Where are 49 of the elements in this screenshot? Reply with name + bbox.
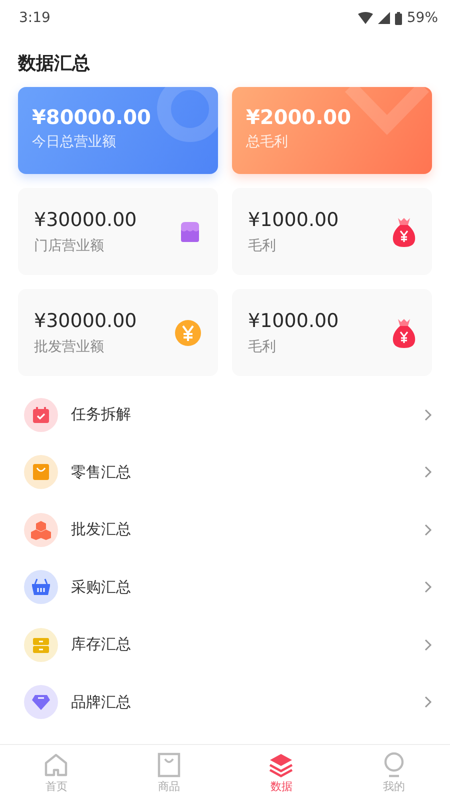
chevron-right-icon	[424, 696, 432, 708]
layers-icon	[268, 752, 294, 778]
amount-label: 门店营业额	[34, 236, 105, 254]
store-icon	[178, 220, 202, 244]
menu-label: 零售汇总	[71, 462, 132, 482]
amount: ¥1000.00	[248, 208, 339, 230]
money-bag-icon	[392, 316, 416, 348]
chevron-right-icon	[424, 408, 432, 421]
home-icon	[43, 752, 70, 778]
amount: ¥30000.00	[34, 310, 137, 332]
menu-label: 批发汇总	[71, 520, 132, 540]
amount: ¥80000.00	[32, 105, 152, 129]
amount: ¥1000.00	[248, 310, 339, 332]
amount-label: 今日总营业额	[32, 133, 117, 151]
chevron-right-icon	[424, 581, 432, 594]
battery-percent: 59%	[406, 10, 438, 26]
menu-item[interactable]: 批发汇总	[24, 501, 432, 558]
nav-tab[interactable]: 数据	[225, 745, 338, 800]
menu-item[interactable]: 库存汇总	[24, 616, 432, 674]
chevron-right-icon	[424, 524, 432, 536]
menu-label: 品牌汇总	[71, 692, 132, 712]
diamond-icon	[31, 692, 51, 712]
yen-coin-icon	[174, 318, 202, 346]
chevron-right-icon	[424, 466, 432, 478]
page-title: 数据汇总	[16, 52, 91, 76]
amount-label: 毛利	[248, 338, 277, 356]
amount-label: 总毛利	[246, 133, 289, 151]
shopping-bag-icon	[31, 462, 51, 482]
wifi-icon	[358, 12, 373, 24]
menu-item[interactable]: 品牌汇总	[24, 674, 432, 731]
menu-item[interactable]: 任务拆解	[24, 386, 432, 444]
boxes-icon	[31, 520, 51, 540]
battery-icon	[394, 12, 402, 24]
menu-item[interactable]: 零售汇总	[24, 444, 432, 501]
calendar-check-icon	[31, 404, 51, 425]
amount: ¥2000.00	[246, 105, 352, 129]
status-time: 3:19	[19, 10, 50, 26]
amount-label: 批发营业额	[34, 338, 105, 356]
chevron-right-icon	[424, 638, 432, 651]
menu-item[interactable]: 采购汇总	[24, 558, 432, 616]
amount: ¥30000.00	[34, 208, 137, 230]
amount-label: 毛利	[248, 236, 277, 254]
shopping-bag-icon	[156, 752, 182, 778]
signal-icon	[378, 12, 390, 24]
basket-icon	[31, 577, 51, 598]
money-bag-icon	[392, 216, 416, 248]
menu-label: 任务拆解	[71, 405, 132, 424]
menu-label: 采购汇总	[71, 578, 132, 597]
menu-label: 库存汇总	[71, 635, 132, 654]
